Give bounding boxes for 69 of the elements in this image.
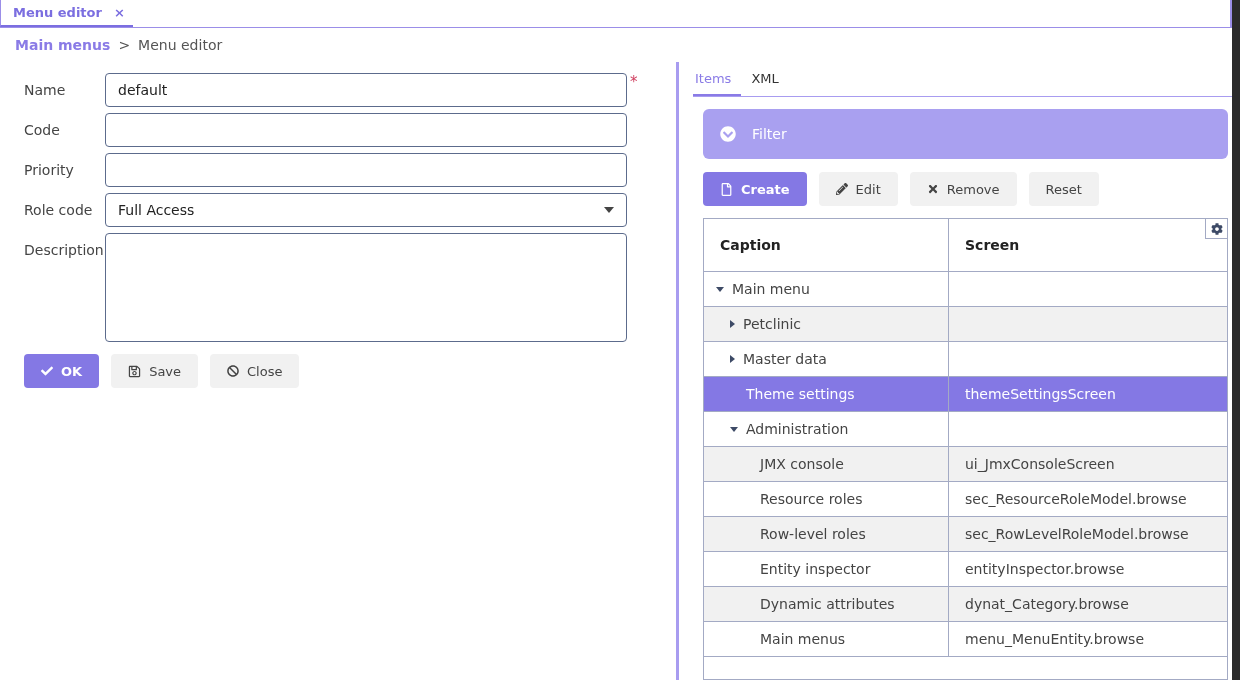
table-row[interactable]: Row-level roles sec_RowLevelRoleModel.browse	[704, 517, 1227, 552]
select-field[interactable]: Full Access	[105, 193, 627, 227]
field-label: Role code	[24, 201, 94, 218]
textarea-field[interactable]	[105, 233, 627, 342]
field-label: Code	[24, 121, 61, 138]
gear-icon	[1210, 222, 1223, 235]
caption-cell: Main menu	[704, 272, 949, 306]
screen-cell-text: ui_JmxConsoleScreen	[964, 455, 1116, 474]
caption-cell: Resource roles	[704, 482, 949, 516]
editor-tab[interactable]: Menu editor ×	[0, 0, 133, 27]
close-icon	[227, 365, 240, 377]
toolbar-button[interactable]: Reset	[1028, 172, 1099, 206]
expand-toggle-icon[interactable]	[730, 355, 735, 363]
check-icon	[41, 365, 53, 377]
settings-button[interactable]	[1205, 219, 1227, 239]
table-row[interactable]: Resource roles sec_ResourceRoleModel.browse	[704, 482, 1227, 517]
expand-toggle-icon[interactable]	[716, 286, 724, 292]
form-button[interactable]: OK	[24, 354, 100, 388]
screen-cell-text: themeSettingsScreen	[964, 385, 1117, 404]
table-row[interactable]: Main menu	[704, 272, 1227, 307]
chevron-icon	[720, 126, 736, 142]
expand-toggle-icon[interactable]	[730, 320, 735, 328]
screen-cell-text: sec_RowLevelRoleModel.browse	[964, 525, 1190, 544]
expand-toggle-icon[interactable]	[730, 426, 738, 432]
caption-cell: Theme settings	[704, 377, 949, 411]
pencil-icon	[835, 183, 848, 195]
caption-cell: JMX console	[704, 447, 949, 481]
field-label: Priority	[24, 161, 75, 178]
screen-cell-text: sec_ResourceRoleModel.browse	[964, 490, 1188, 509]
input-field[interactable]: default	[105, 73, 627, 107]
close-icon	[926, 183, 939, 195]
caption-cell: Row-level roles	[704, 517, 949, 551]
toolbar-button[interactable]: Create	[703, 172, 807, 206]
required-mark: *	[629, 73, 639, 91]
table-row[interactable]: Master data	[704, 342, 1227, 377]
screen-cell-text: menu_MenuEntity.browse	[964, 630, 1146, 649]
column-header[interactable]: Caption	[704, 219, 949, 271]
breadcrumb-separator: >	[118, 37, 131, 53]
field-label: Name	[24, 81, 67, 98]
panel-tab[interactable]: XML	[749, 62, 789, 96]
caption-cell: Petclinic	[704, 307, 949, 341]
screen-cell-text: entityInspector.browse	[964, 560, 1126, 579]
caption-cell: Master data	[704, 342, 949, 376]
table-row[interactable]: Petclinic	[704, 307, 1227, 342]
save-icon	[128, 364, 142, 378]
toolbar-button[interactable]: Remove	[909, 172, 1017, 206]
table-row[interactable]: Theme settings themeSettingsScreen	[704, 377, 1227, 412]
file-icon	[720, 182, 733, 196]
table-row[interactable]: Dynamic attributes dynat_Category.browse	[704, 587, 1227, 622]
breadcrumb-current: Menu editor	[138, 37, 223, 53]
panel-tab[interactable]: Items	[693, 62, 742, 96]
table-row[interactable]: Administration	[704, 412, 1227, 447]
caption-cell: Main menus	[704, 622, 949, 656]
field-label: Description	[24, 241, 105, 258]
caret-icon	[604, 207, 614, 213]
tab-close-button[interactable]: ×	[113, 5, 125, 20]
table-row[interactable]: Entity inspector entityInspector.browse	[704, 552, 1227, 587]
table-row[interactable]: JMX console ui_JmxConsoleScreen	[704, 447, 1227, 482]
caption-cell: Dynamic attributes	[704, 587, 949, 621]
caption-cell: Administration	[704, 412, 949, 446]
screen-cell-text: dynat_Category.browse	[964, 595, 1130, 614]
column-header[interactable]: Screen	[949, 219, 1227, 271]
table-row[interactable]: Main menus menu_MenuEntity.browse	[704, 622, 1227, 657]
caption-cell: Entity inspector	[704, 552, 949, 586]
toolbar-button[interactable]: Edit	[818, 172, 898, 206]
input-field[interactable]	[105, 113, 627, 147]
form-button[interactable]: Save	[111, 354, 199, 388]
form-button[interactable]: Close	[210, 354, 300, 388]
input-field[interactable]	[105, 153, 627, 187]
